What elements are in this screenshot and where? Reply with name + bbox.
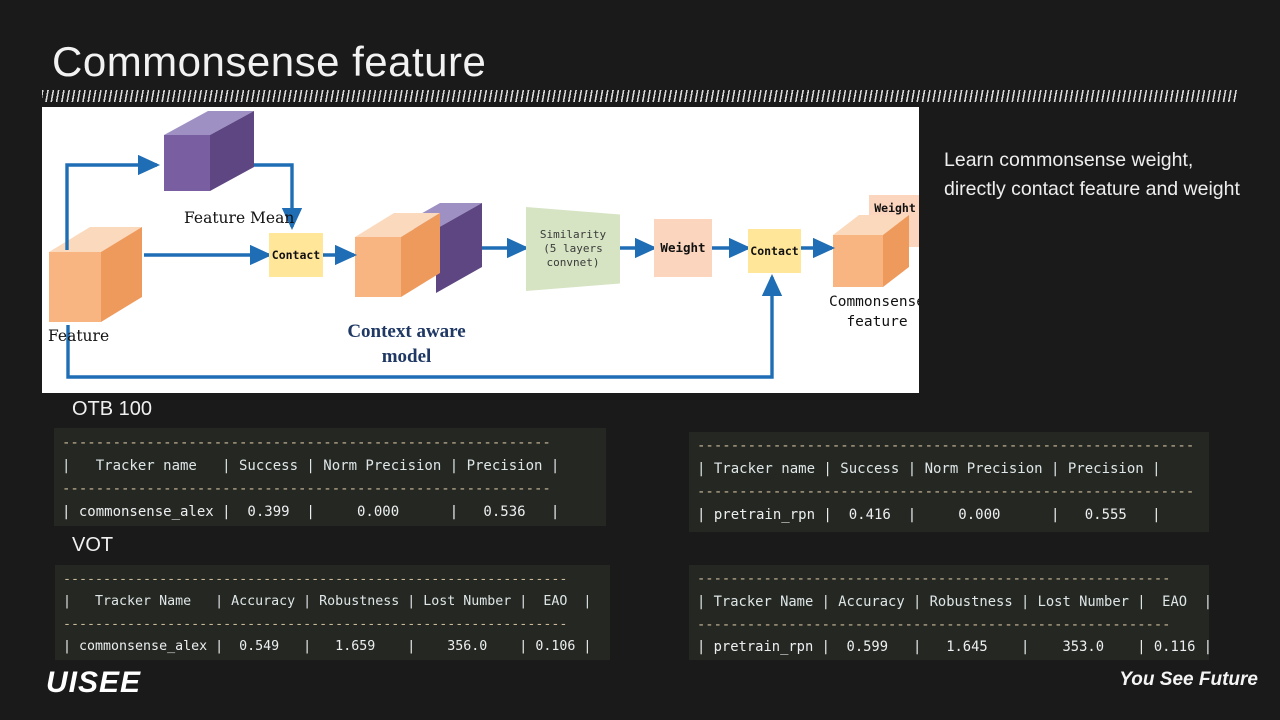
context-aware-cube: [355, 203, 482, 297]
table-rule: ----------------------------------------…: [62, 481, 551, 497]
contact-box-1: Contact: [269, 233, 323, 277]
feature-cube: [49, 227, 142, 322]
section-caption-vot: VOT: [72, 534, 114, 556]
table-rule: ----------------------------------------…: [697, 571, 1171, 587]
table-rule: ----------------------------------------…: [697, 438, 1195, 454]
table-rule: ----------------------------------------…: [63, 616, 568, 632]
architecture-diagram: Contact Similarity (5 layers convnet) We…: [42, 107, 919, 393]
table-header-row: | Tracker Name | Accuracy | Robustness |…: [63, 594, 592, 610]
feature-mean-label: Feature Mean: [184, 209, 295, 227]
table-rule: ----------------------------------------…: [63, 572, 568, 587]
table-rule: ----------------------------------------…: [697, 531, 1209, 532]
table-row: | commonsense_alex | 0.399 | 0.000 | 0.5…: [62, 504, 560, 520]
table-header-row: | Tracker Name | Accuracy | Robustness |…: [697, 593, 1209, 610]
footer-tagline: You See Future: [1119, 669, 1258, 690]
table-rule: ----------------------------------------…: [62, 435, 551, 451]
page-title: Commonsense feature: [52, 38, 487, 85]
title-divider: [42, 90, 1238, 102]
vot-table-left: ----------------------------------------…: [55, 565, 610, 660]
table-rule: ----------------------------------------…: [697, 616, 1171, 633]
table-row: | commonsense_alex | 0.549 | 1.659 | 356…: [63, 638, 592, 654]
table-row: | pretrain_rpn | 0.599 | 1.645 | 353.0 |…: [697, 639, 1209, 656]
section-caption-otb: OTB 100: [72, 398, 153, 420]
table-rule: ----------------------------------------…: [697, 484, 1195, 500]
otb-table-right: ----------------------------------------…: [689, 432, 1209, 532]
vot-table-right: ----------------------------------------…: [689, 565, 1209, 660]
weight-tag-label: Weight: [874, 200, 916, 215]
otb-table-left: ----------------------------------------…: [54, 428, 606, 526]
contact-box-2: Contact: [748, 229, 801, 273]
table-header-row: | Tracker name | Success | Norm Precisio…: [697, 461, 1161, 477]
table-header-row: | Tracker name | Success | Norm Precisio…: [62, 458, 560, 474]
table-row: | pretrain_rpn | 0.416 | 0.000 | 0.555 |: [697, 507, 1161, 523]
feature-label: Feature: [48, 327, 110, 345]
similarity-box: Similarity (5 layers convnet): [526, 207, 620, 291]
weight-box: Weight: [654, 219, 712, 277]
commonsense-feature-label: Commonsense feature: [828, 294, 919, 330]
context-aware-model-label: Context aware model: [347, 321, 466, 367]
feature-mean-cube: [164, 111, 254, 191]
side-note: Learn commonsense weight, directly conta…: [944, 149, 1240, 200]
similarity-label: Similarity (5 layers convnet): [539, 228, 607, 269]
uisee-logo: UISEE: [46, 666, 142, 699]
